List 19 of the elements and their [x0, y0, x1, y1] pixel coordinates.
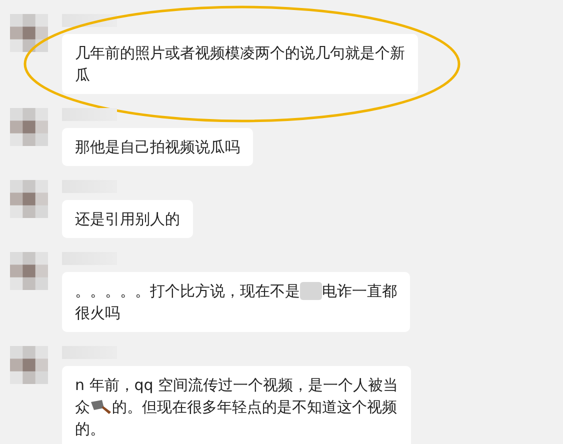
message-text: 几年前的照片或者视频模凌两个的说几句就是个新 [75, 43, 405, 64]
message-text: 电诈一直都 [322, 281, 397, 302]
message-text: 那他是自己拍视频说瓜吗 [75, 137, 240, 158]
message-text: n 年前，qq 空间流传过一个视频，是一个人被当 [75, 375, 398, 396]
avatar [10, 108, 48, 146]
message-text: 瓜 [75, 65, 90, 86]
blurred-name [62, 108, 117, 121]
avatar [10, 252, 48, 290]
message-text: 众 [75, 397, 90, 418]
message-text: 还是引用别人的 [75, 209, 180, 230]
avatar [10, 14, 48, 52]
avatar [10, 180, 48, 218]
message-text: 的。但现在很多年轻点的是不知道这个视频 [112, 397, 397, 418]
message-text: 很火吗 [75, 303, 120, 324]
avatar [10, 346, 48, 384]
redaction-blur [300, 282, 322, 300]
cleaver-icon [90, 399, 112, 415]
message-text: 。。。。。打个比方说，现在不是 [75, 281, 300, 302]
message-text: 的。 [75, 419, 105, 440]
